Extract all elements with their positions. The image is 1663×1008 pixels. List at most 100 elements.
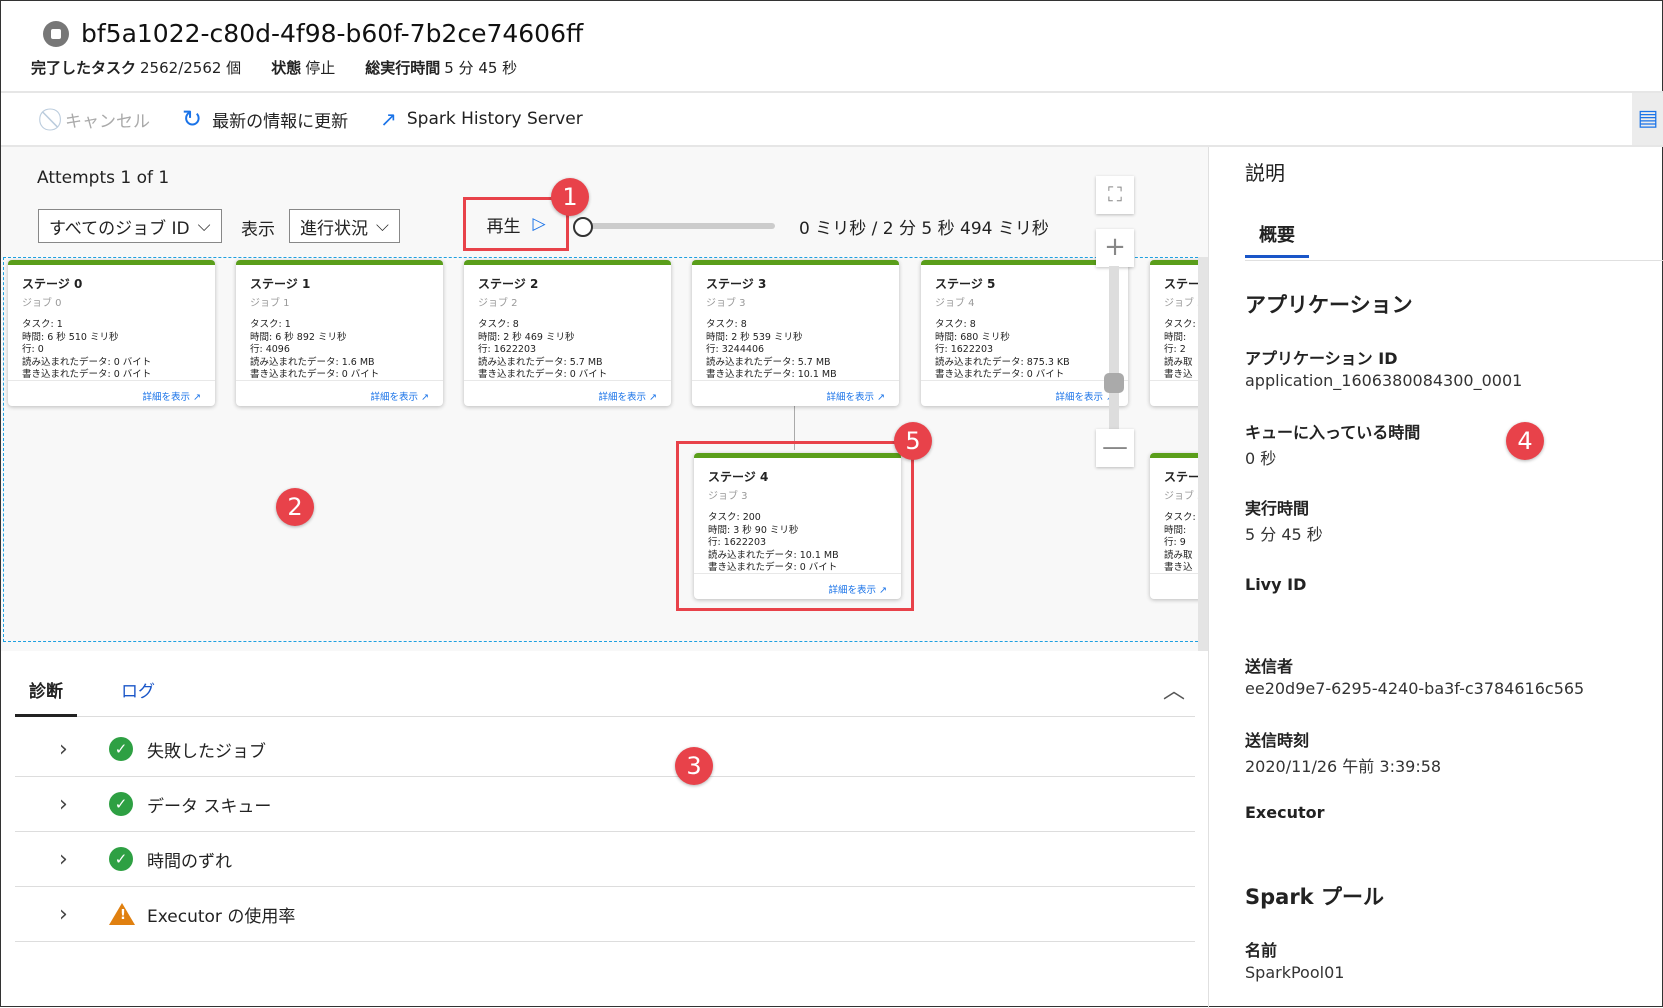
success-check-icon: ✓ (109, 737, 133, 761)
diagnostic-row[interactable]: › ✓ データ スキュー (15, 777, 1195, 832)
stage-card[interactable]: ステージ 3 ジョブ 3 タスク: 8 時間: 2 秒 539 ミリ秒 行: 32444… (692, 260, 899, 406)
chevron-right-icon[interactable]: › (59, 902, 109, 927)
pool-name-value: SparkPool01 (1245, 963, 1345, 982)
pool-name-label: 名前 (1245, 941, 1278, 960)
chevron-right-icon[interactable]: › (59, 792, 109, 817)
diagnostic-row[interactable]: › ✓ 時間のずれ (15, 832, 1195, 887)
tab-logs[interactable]: ログ (107, 669, 169, 717)
stage-name: ステージ 0 (22, 277, 83, 291)
warning-icon: ! (109, 903, 135, 925)
application-section: アプリケーション (1245, 293, 1413, 317)
stage-job: ジョブ 3 (706, 298, 746, 309)
field-label: アプリケーション ID (1245, 349, 1398, 368)
view-label: 表示 (241, 220, 275, 240)
stage-stat: 時間: 2 秒 539 ミリ秒 (706, 331, 803, 343)
stage-stat: 時間: 680 ミリ秒 (935, 331, 1010, 343)
stage-name: ステージ 3 (706, 277, 767, 291)
field-label: Executor (1245, 803, 1325, 822)
diagnostic-row[interactable]: ›! Executor の使用率 (15, 887, 1195, 942)
zoom-in-button[interactable]: + (1096, 229, 1134, 267)
stage-stat: タスク: 8 (478, 319, 519, 330)
playback-slider[interactable] (573, 217, 775, 237)
refresh-button[interactable]: ↻ 最新の情報に更新 (182, 105, 348, 133)
stage-job: ジョブ 0 (22, 298, 62, 309)
stage-card[interactable]: ステージジョブ 5タスク: 8時間:行: 2読み取書き込詳細を表示 ↗ (1150, 260, 1202, 406)
document-icon[interactable]: ▤ (1632, 93, 1663, 145)
diagnostic-label: 時間のずれ (147, 851, 232, 872)
stopped-icon (43, 20, 69, 47)
open-external-icon: ↗ (649, 392, 657, 403)
play-icon: ▷ (532, 214, 546, 234)
stage-stat: 読み込まれたデータ: 875.3 KB (935, 356, 1070, 368)
zoom-out-button[interactable]: — (1096, 429, 1134, 467)
diagnostic-row[interactable]: › ✓ 失敗したジョブ (15, 722, 1195, 777)
zoom-slider-thumb[interactable] (1104, 373, 1124, 393)
view-details-link[interactable]: 詳細を表示 ↗ (8, 380, 215, 406)
stage-stat: 読み込まれたデータ: 1.6 MB (250, 356, 375, 368)
details-panel: 説明 概要 アプリケーション アプリケーション ID application_16… (1208, 147, 1663, 1008)
chevron-down-icon: ⌵ (197, 216, 211, 236)
tab-diagnostics[interactable]: 診断 (15, 669, 77, 717)
meta-duration: 総実行時間 5 分 45 秒 (365, 59, 518, 77)
stage-stat: 時間: 6 秒 510 ミリ秒 (22, 331, 119, 343)
meta-tasks: 完了したタスク 2562/2562 個 (31, 59, 242, 77)
stage-job: ジョブ 1 (250, 298, 290, 309)
stage-4-highlight (676, 441, 914, 611)
stage-graph[interactable]: ステージ 0 ジョブ 0 タスク: 1 時間: 6 秒 510 ミリ秒 行: 0 読み込ま… (3, 257, 1203, 642)
view-details-link[interactable]: 詳細を表示 ↗ (1150, 380, 1202, 406)
field-value: ee20d9e7-6295-4240-ba3f-c3784616c565 (1245, 679, 1585, 698)
page-title: bf5a1022-c80d-4f98-b60f-7b2ce74606ff (81, 19, 584, 48)
stage-stat: タスク: 8 (935, 319, 976, 330)
chevron-right-icon[interactable]: › (59, 737, 109, 762)
field-label: 送信時刻 (1245, 731, 1310, 750)
collapse-icon[interactable]: ︿ (1163, 673, 1185, 705)
stage-stat: 行: 3244406 (706, 344, 765, 355)
field-value: application_1606380084300_0001 (1245, 371, 1523, 390)
stage-job: ジョブ 2 (478, 298, 518, 309)
stage-stat: 時間: 2 秒 469 ミリ秒 (478, 331, 575, 343)
zoom-slider[interactable] (1109, 266, 1119, 431)
callout-3: 3 (675, 747, 713, 785)
diagnostic-label: 失敗したジョブ (147, 741, 266, 762)
view-dropdown[interactable]: 進行状況 ⌵ (289, 209, 400, 243)
stage-job: ジョブ 4 (935, 298, 975, 309)
diagnostics-tabs: 診断 ログ (15, 669, 1195, 717)
view-details-link[interactable]: 詳細を表示 ↗ (464, 380, 671, 406)
graph-scrollbar[interactable] (1198, 257, 1208, 651)
spark-history-server-link[interactable]: ↗ Spark History Server (380, 107, 583, 131)
stage-stat: 行: 1622203 (478, 344, 537, 355)
view-details-link[interactable]: 詳細を表示 ↗ (236, 380, 443, 406)
view-details-link[interactable]: 詳細を表示 ↗ (921, 380, 1128, 406)
cancel-button[interactable]: ⃠キャンセル (55, 107, 150, 132)
view-details-link[interactable]: 詳細を表示 ↗ (1150, 573, 1202, 599)
stage-stat: 行: 1622203 (935, 344, 994, 355)
stage-card[interactable]: ステージ 2 ジョブ 2 タスク: 8 時間: 2 秒 469 ミリ秒 行: 16222… (464, 260, 671, 406)
stage-card[interactable]: ステージジョブ 5タスク: 1時間:行: 9読み取書き込詳細を表示 ↗ (1150, 453, 1202, 599)
chevron-right-icon[interactable]: › (59, 847, 109, 872)
stage-name: ステージ 1 (250, 277, 311, 291)
stage-card[interactable]: ステージ 1 ジョブ 1 タスク: 1 時間: 6 秒 892 ミリ秒 行: 4096 読… (236, 260, 443, 406)
stage-stat: 読み込まれたデータ: 0 バイト (22, 356, 152, 368)
success-check-icon: ✓ (109, 792, 133, 816)
stage-stat: タスク: 1 (22, 319, 63, 330)
stage-card[interactable]: ステージ 5 ジョブ 4 タスク: 8 時間: 680 ミリ秒 行: 1622203 読み… (921, 260, 1128, 406)
field-label: 実行時間 (1245, 499, 1310, 518)
fit-to-screen-icon[interactable]: ⛶ (1096, 176, 1134, 214)
stage-card[interactable]: ステージ 0 ジョブ 0 タスク: 1 時間: 6 秒 510 ミリ秒 行: 0 読み込ま… (8, 260, 215, 406)
refresh-icon: ↻ (182, 105, 203, 133)
diagnostic-label: データ スキュー (147, 796, 272, 817)
callout-1: 1 (551, 178, 589, 216)
stage-stat: 読み込まれたデータ: 5.7 MB (706, 356, 831, 368)
field-label: キューに入っている時間 (1245, 423, 1421, 442)
stage-name: ステージ 2 (478, 277, 539, 291)
job-id-dropdown[interactable]: すべてのジョブ ID ⌵ (38, 209, 222, 243)
stage-stat: 時間: 6 秒 892 ミリ秒 (250, 331, 347, 343)
details-heading: 説明 (1245, 161, 1285, 185)
tab-overview[interactable]: 概要 (1245, 221, 1309, 258)
slider-thumb[interactable] (573, 217, 593, 237)
view-details-link[interactable]: 詳細を表示 ↗ (692, 380, 899, 406)
open-external-icon: ↗ (877, 392, 885, 403)
success-check-icon: ✓ (109, 847, 133, 871)
stage-stat: 読み込まれたデータ: 5.7 MB (478, 356, 603, 368)
diagnostic-label: Executor の使用率 (147, 906, 296, 927)
